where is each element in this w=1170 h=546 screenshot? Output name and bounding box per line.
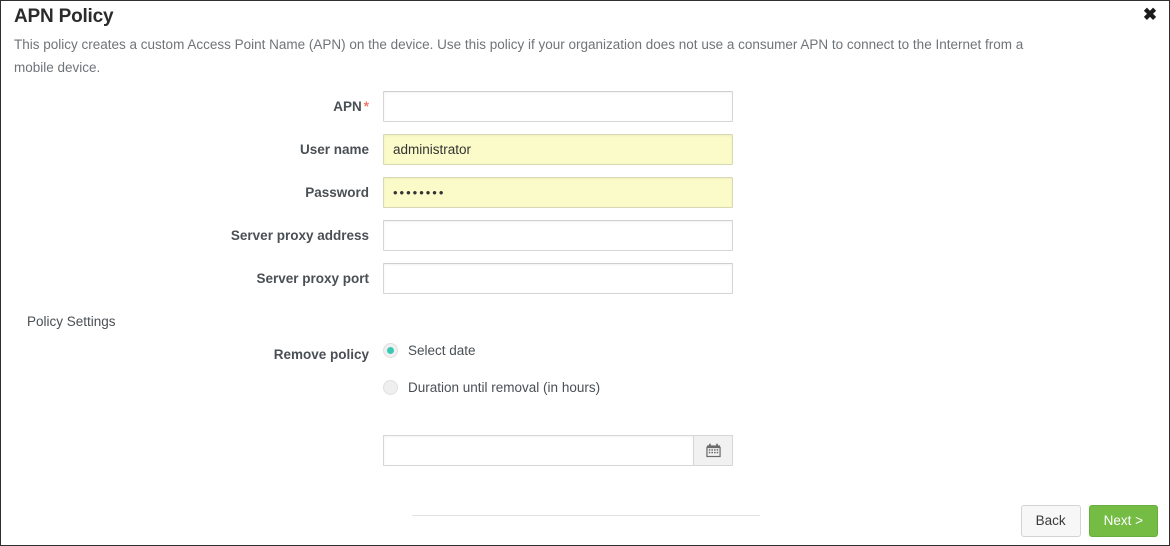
field-col-username [383,134,733,165]
label-remove-policy: Remove policy [1,343,383,362]
label-password: Password [1,177,383,201]
field-col-password [383,177,733,208]
field-col-apn [383,91,733,122]
dialog-description: This policy creates a custom Access Poin… [14,33,1054,79]
radio-dot-icon [383,343,398,358]
apn-policy-form: APN* User name Password Server proxy add… [1,91,1169,294]
apn-input[interactable] [383,91,733,122]
form-row-apn: APN* [1,91,1169,122]
remove-policy-row: Remove policy Select date Duration until… [1,343,1169,417]
page-title: APN Policy [14,6,1129,28]
radio-dot-icon [383,380,398,395]
apn-policy-dialog: ✖ APN Policy This policy creates a custo… [0,0,1170,546]
back-button[interactable]: Back [1021,505,1081,537]
radio-select-date[interactable]: Select date [383,343,1169,358]
label-server-proxy-port: Server proxy port [1,263,383,287]
date-picker-spacer [1,435,383,466]
server-proxy-port-input[interactable] [383,263,733,294]
field-col-server-proxy-port [383,263,733,294]
form-row-server-proxy-address: Server proxy address [1,220,1169,251]
label-server-proxy-address: Server proxy address [1,220,383,244]
date-picker-group [383,435,733,466]
radio-duration-label: Duration until removal (in hours) [408,380,600,395]
dialog-header: APN Policy This policy creates a custom … [1,1,1169,79]
date-picker-row [1,435,1169,466]
policy-settings-heading: Policy Settings [1,314,1169,329]
server-proxy-address-input[interactable] [383,220,733,251]
password-input[interactable] [383,177,733,208]
label-username: User name [1,134,383,158]
footer-divider [412,515,760,516]
username-input[interactable] [383,134,733,165]
form-row-password: Password [1,177,1169,208]
radio-duration-until-removal[interactable]: Duration until removal (in hours) [383,380,1169,395]
required-asterisk: * [364,99,369,114]
date-input[interactable] [383,435,693,466]
form-row-username: User name [1,134,1169,165]
field-col-server-proxy-address [383,220,733,251]
remove-policy-options: Select date Duration until removal (in h… [383,343,1169,417]
next-button[interactable]: Next > [1089,505,1158,537]
dialog-footer: Back Next > [1021,505,1158,537]
form-row-server-proxy-port: Server proxy port [1,263,1169,294]
label-apn-text: APN [333,99,362,114]
close-icon[interactable]: ✖ [1139,4,1161,26]
radio-select-date-label: Select date [408,343,476,358]
calendar-icon[interactable] [693,435,733,466]
label-apn: APN* [1,91,383,115]
